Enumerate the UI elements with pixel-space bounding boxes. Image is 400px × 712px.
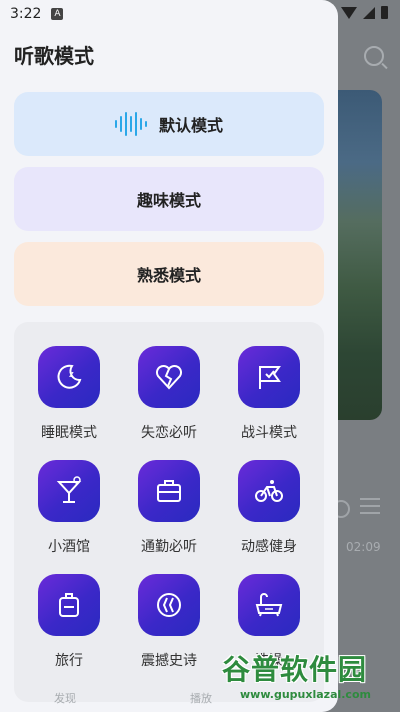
watermark-text: 谷普软件园: [222, 653, 368, 686]
moon-sleep-icon: z: [38, 346, 100, 408]
tab-discover[interactable]: 发现: [54, 690, 76, 706]
mode-grid: z 睡眠模式 失恋必听 战斗模式 小酒馆 通勤必听 动感健身 旅行 震撼史诗 洗…: [14, 322, 324, 702]
grid-item-bath[interactable]: 洗澡: [219, 550, 319, 669]
album-cover: [336, 90, 382, 420]
svg-text:z: z: [69, 370, 74, 380]
grid-item-epic[interactable]: 震撼史诗: [119, 550, 219, 669]
watermark-url: www.gupuxlazal.com: [240, 688, 371, 701]
grid-item-heartbreak[interactable]: 失恋必听: [119, 322, 219, 441]
grid-item-battle[interactable]: 战斗模式: [219, 322, 319, 441]
status-time: 3:22: [10, 6, 42, 22]
watermark: 谷普软件园 www.gupuxlazal.com: [222, 648, 371, 701]
wifi-icon: [341, 6, 357, 19]
cocktail-icon: [38, 460, 100, 522]
grid-item-travel[interactable]: 旅行: [19, 550, 119, 669]
listening-mode-drawer: 听歌模式 默认模式 趣味模式 熟悉模式 z 睡眠模式 失恋必听 战斗模式 小酒馆…: [0, 0, 338, 712]
notification-icon: A: [51, 8, 64, 20]
grid-item-sleep[interactable]: z 睡眠模式: [19, 322, 119, 441]
tab-play[interactable]: 播放: [190, 690, 212, 706]
grid-item-fitness[interactable]: 动感健身: [219, 436, 319, 555]
epic-icon: [138, 574, 200, 636]
mode-label: 趣味模式: [136, 191, 201, 210]
grid-item-tavern[interactable]: 小酒馆: [19, 436, 119, 555]
battery-icon: [381, 6, 388, 19]
flag-icon: [238, 346, 300, 408]
search-icon: [364, 46, 384, 66]
mode-fun-button[interactable]: 趣味模式: [14, 167, 324, 231]
mode-default-button[interactable]: 默认模式: [14, 92, 324, 156]
track-duration: 02:09: [346, 540, 381, 554]
bicycle-icon: [238, 460, 300, 522]
grid-item-label: 震撼史诗: [141, 653, 197, 669]
status-bar: 3:22 A: [0, 0, 400, 28]
grid-item-commute[interactable]: 通勤必听: [119, 436, 219, 555]
luggage-icon: [38, 574, 100, 636]
playlist-icon: [360, 498, 380, 516]
mode-label: 默认模式: [158, 116, 223, 135]
bathtub-icon: [238, 574, 300, 636]
briefcase-icon: [138, 460, 200, 522]
drawer-title: 听歌模式: [14, 44, 94, 68]
mode-label: 熟悉模式: [136, 266, 201, 285]
grid-item-label: 旅行: [55, 653, 83, 669]
mode-familiar-button[interactable]: 熟悉模式: [14, 242, 324, 306]
soundwave-icon: [114, 112, 147, 136]
broken-heart-icon: [138, 346, 200, 408]
signal-icon: [363, 6, 375, 19]
